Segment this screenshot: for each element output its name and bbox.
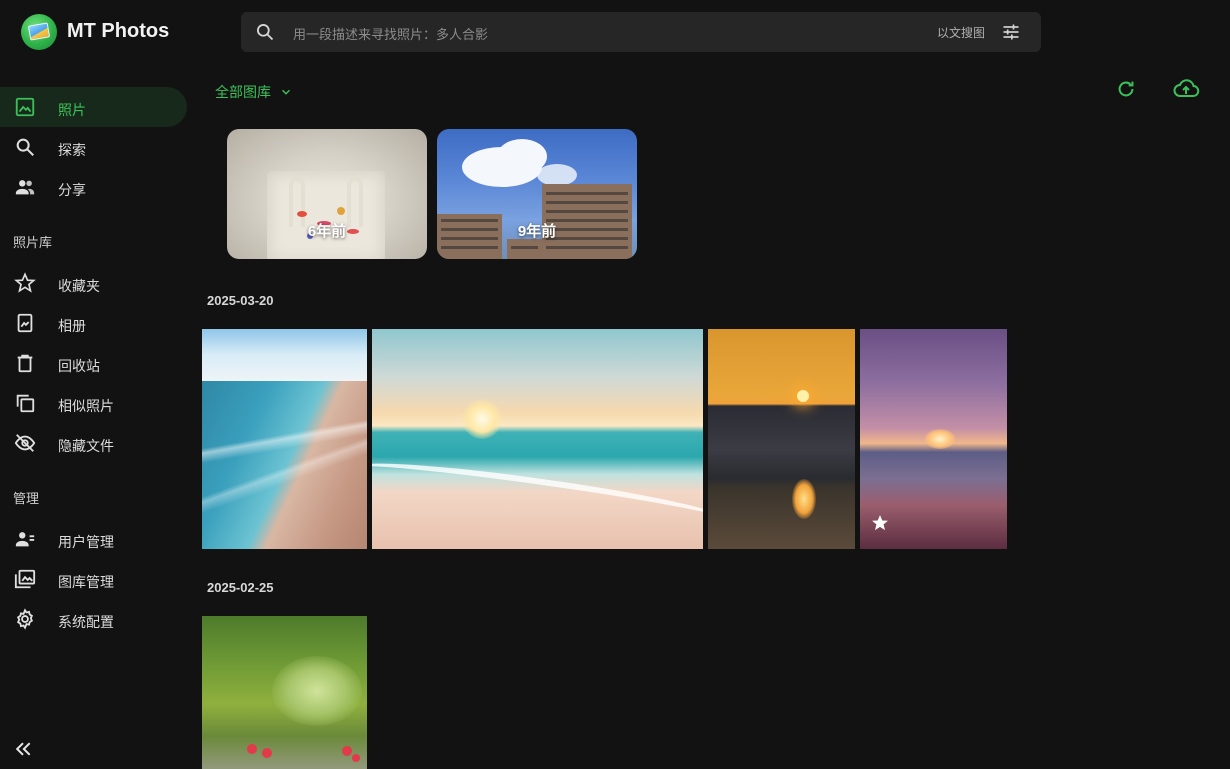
memory-caption: 6年前 — [307, 223, 347, 240]
sidebar-item-label: 相册 — [58, 318, 86, 334]
photo-thumbnail[interactable] — [202, 329, 367, 549]
photo-thumbnail[interactable] — [708, 329, 855, 549]
section-label-admin: 管理 — [13, 491, 40, 506]
sidebar-item-trash[interactable]: 回收站 — [0, 343, 187, 383]
library-selector[interactable]: 全部图库 — [215, 82, 293, 102]
date-header: 2025-02-25 — [207, 580, 274, 595]
search-icon — [16, 138, 34, 156]
photo-thumbnail[interactable] — [860, 329, 1007, 549]
photo-thumbnail[interactable] — [202, 616, 367, 769]
sidebar-item-photos[interactable]: 照片 — [0, 87, 187, 127]
sidebar-item-label: 收藏夹 — [58, 278, 100, 294]
app-logo — [21, 14, 57, 50]
duplicate-icon — [16, 394, 35, 413]
cloud-upload-icon[interactable] — [1172, 77, 1200, 101]
memory-caption: 9年前 — [517, 223, 557, 240]
sidebar-item-label: 隐藏文件 — [58, 438, 114, 454]
app-title: MT Photos — [67, 20, 170, 42]
sidebar-item-favorites[interactable]: 收藏夹 — [0, 263, 187, 303]
sidebar-item-label: 用户管理 — [58, 534, 114, 550]
section-label-library: 照片库 — [13, 235, 53, 250]
sidebar-item-label: 回收站 — [58, 358, 100, 374]
sidebar-item-label: 照片 — [58, 102, 86, 118]
trash-icon — [17, 354, 33, 373]
sidebar-item-hidden[interactable]: 隐藏文件 — [0, 423, 187, 463]
sidebar-item-explore[interactable]: 探索 — [0, 127, 187, 167]
search-input[interactable]: 用一段描述来寻找照片：多人合影 — [293, 24, 488, 43]
refresh-icon[interactable] — [1115, 78, 1137, 100]
sidebar-item-label: 系统配置 — [58, 614, 114, 630]
search-icon — [257, 24, 274, 41]
favorite-star-icon[interactable] — [870, 513, 890, 533]
sidebar-item-gallery-management[interactable]: 图库管理 — [0, 559, 187, 599]
sidebar-item-label: 图库管理 — [58, 574, 114, 590]
sidebar-item-label: 分享 — [58, 182, 86, 198]
sidebar-item-albums[interactable]: 相册 — [0, 303, 187, 343]
gallery-manage-icon — [14, 569, 36, 589]
library-selector-label: 全部图库 — [215, 84, 271, 100]
sidebar-item-share[interactable]: 分享 — [0, 167, 187, 207]
search-bar[interactable]: 用一段描述来寻找照片：多人合影 以文搜图 — [241, 12, 1041, 52]
chevron-down-icon — [281, 89, 291, 95]
photo-icon — [15, 97, 35, 117]
sidebar-item-label: 相似照片 — [58, 398, 114, 414]
hidden-icon — [14, 434, 36, 452]
app-root: MT Photos 用一段描述来寻找照片：多人合影 以文搜图 照片 探索 分享 … — [0, 0, 1230, 769]
date-header: 2025-03-20 — [207, 293, 274, 308]
image-search-toggle[interactable]: 以文搜图 — [937, 24, 985, 41]
memory-card[interactable]: 6年前 — [227, 129, 427, 259]
star-icon — [14, 272, 36, 293]
photo-thumbnail[interactable] — [372, 329, 703, 549]
memory-card[interactable]: 9年前 — [437, 129, 637, 259]
user-manage-icon — [15, 532, 35, 547]
sidebar-item-user-management[interactable]: 用户管理 — [0, 519, 187, 559]
memory-thumbnail — [267, 171, 385, 259]
people-icon — [15, 180, 35, 195]
sidebar-item-label: 探索 — [58, 142, 86, 158]
album-icon — [17, 313, 33, 333]
filter-tune-icon[interactable] — [1001, 22, 1021, 42]
sidebar-item-similar[interactable]: 相似照片 — [0, 383, 187, 423]
settings-icon — [16, 608, 34, 630]
sidebar-item-system-settings[interactable]: 系统配置 — [0, 599, 187, 639]
collapse-sidebar-icon[interactable] — [13, 739, 33, 759]
